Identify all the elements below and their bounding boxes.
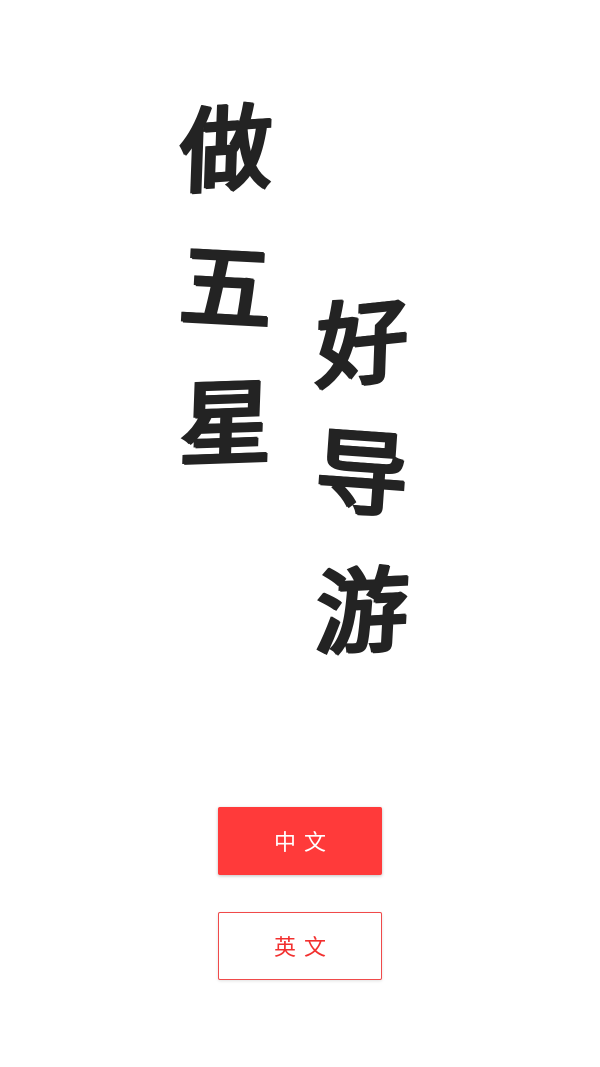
english-language-button[interactable]: 英文 [218,912,382,980]
slogan-left-column: 做 五 星 [176,88,276,486]
slogan-char: 星 [178,368,274,480]
chinese-language-button[interactable]: 中文 [218,807,382,875]
slogan-char: 游 [313,555,411,669]
slogan-right-column: 好 导 游 [312,282,412,674]
slogan-char: 导 [312,416,412,532]
slogan-char: 五 [177,231,275,345]
slogan-char: 好 [314,284,410,404]
slogan-char: 做 [178,92,274,208]
chinese-language-label: 中文 [273,831,334,856]
english-language-label: 英文 [273,936,334,961]
